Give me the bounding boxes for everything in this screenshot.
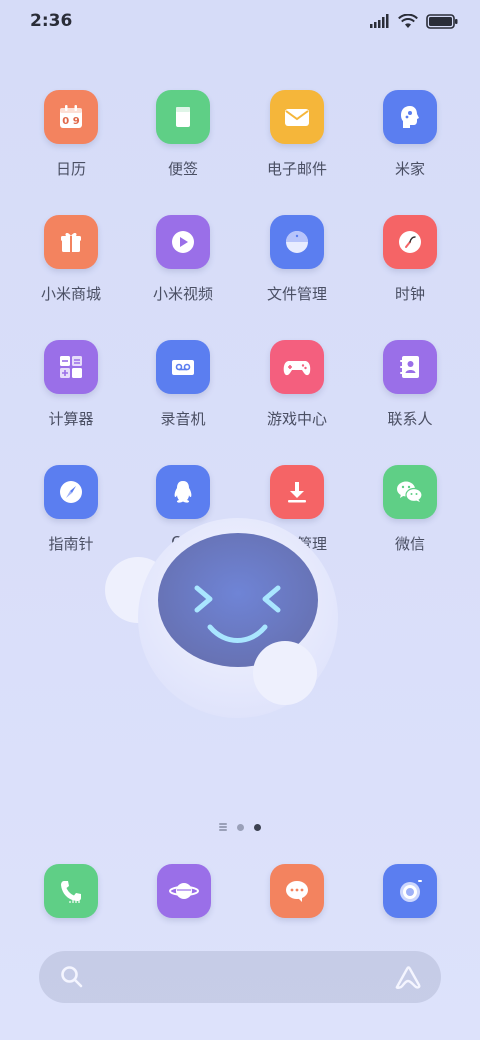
calendar-date: 0 9 — [62, 115, 80, 127]
browser-planet-icon — [169, 883, 199, 899]
app-file-manager[interactable]: 文件管理 — [242, 215, 352, 325]
app-calculator[interactable]: 计算器 — [16, 340, 126, 450]
download-icon — [288, 482, 306, 503]
email-app-icon — [270, 90, 324, 144]
contacts-app-icon — [383, 340, 437, 394]
phone-icon — [61, 881, 81, 903]
app-label: 日历 — [55, 160, 86, 178]
signal-icon — [370, 14, 389, 28]
messages-icon — [286, 881, 308, 902]
app-mi-video[interactable]: 小米视频 — [128, 215, 238, 325]
app-label: 录音机 — [160, 410, 206, 428]
recorder-icon — [172, 360, 194, 375]
app-label: 计算器 — [48, 410, 94, 428]
app-label: 米家 — [394, 160, 425, 178]
file-manager-icon — [286, 231, 308, 253]
search-icon — [61, 966, 83, 988]
xiaoai-assistant-icon[interactable] — [393, 963, 423, 991]
app-label: 指南针 — [48, 535, 94, 553]
status-icons — [370, 12, 458, 30]
compass-icon — [60, 481, 82, 503]
qq-penguin-icon — [174, 481, 192, 503]
recorder-app-icon — [156, 340, 210, 394]
dock-browser[interactable] — [157, 864, 211, 918]
app-contacts[interactable]: 联系人 — [355, 340, 465, 450]
game-center-app-icon — [270, 340, 324, 394]
mi-store-app-icon — [44, 215, 98, 269]
calculator-app-icon — [44, 340, 98, 394]
app-recorder[interactable]: 录音机 — [128, 340, 238, 450]
app-wechat[interactable]: 微信 — [355, 465, 465, 575]
dock — [0, 864, 480, 918]
app-mi-store[interactable]: 小米商城 — [16, 215, 126, 325]
app-notes[interactable]: 便签 — [128, 90, 238, 200]
app-label: 小米视频 — [152, 285, 213, 303]
file-manager-app-icon — [270, 215, 324, 269]
notes-app-icon — [156, 90, 210, 144]
status-bar: 2:36 — [0, 0, 480, 42]
app-label: 便签 — [167, 160, 198, 178]
camera-icon — [400, 880, 422, 902]
clock-app-icon — [383, 215, 437, 269]
page-dot-1 — [237, 823, 244, 831]
wechat-icon — [397, 481, 423, 503]
app-game-center[interactable]: 游戏中心 — [242, 340, 352, 450]
email-icon — [285, 109, 309, 126]
contacts-icon — [400, 356, 419, 378]
mi-video-app-icon — [156, 215, 210, 269]
feed-page-indicator — [219, 823, 227, 831]
notes-icon — [176, 107, 190, 127]
download-manager-app-icon — [270, 465, 324, 519]
mascot-widget[interactable] — [100, 515, 360, 725]
dock-phone[interactable] — [44, 864, 98, 918]
gamepad-icon — [283, 361, 311, 376]
app-label: 文件管理 — [266, 285, 327, 303]
wechat-app-icon — [383, 465, 437, 519]
mijia-icon — [401, 106, 419, 128]
page-indicator[interactable] — [0, 823, 480, 831]
clock-icon — [399, 231, 421, 253]
battery-icon — [426, 13, 458, 29]
app-label: 微信 — [394, 535, 425, 553]
app-label: 小米商城 — [40, 285, 101, 303]
app-calendar[interactable]: 0 9 日历 — [16, 90, 126, 200]
app-clock[interactable]: 时钟 — [355, 215, 465, 325]
video-play-icon — [172, 231, 194, 253]
dock-camera[interactable] — [383, 864, 437, 918]
app-label: 联系人 — [387, 410, 433, 428]
wifi-icon — [398, 13, 418, 28]
dock-messages[interactable] — [270, 864, 324, 918]
calculator-icon — [60, 356, 82, 378]
page-dot-2-active — [254, 823, 261, 831]
search-bar[interactable] — [39, 951, 441, 1003]
compass-app-icon — [44, 465, 98, 519]
qq-app-icon — [156, 465, 210, 519]
app-label: 游戏中心 — [266, 410, 327, 428]
gift-icon — [61, 232, 81, 252]
mijia-app-icon — [383, 90, 437, 144]
app-label: 电子邮件 — [266, 160, 327, 178]
calendar-app-icon: 0 9 — [44, 90, 98, 144]
app-email[interactable]: 电子邮件 — [242, 90, 352, 200]
app-label: 时钟 — [394, 285, 425, 303]
status-time: 2:36 — [30, 11, 73, 31]
app-mijia[interactable]: 米家 — [355, 90, 465, 200]
